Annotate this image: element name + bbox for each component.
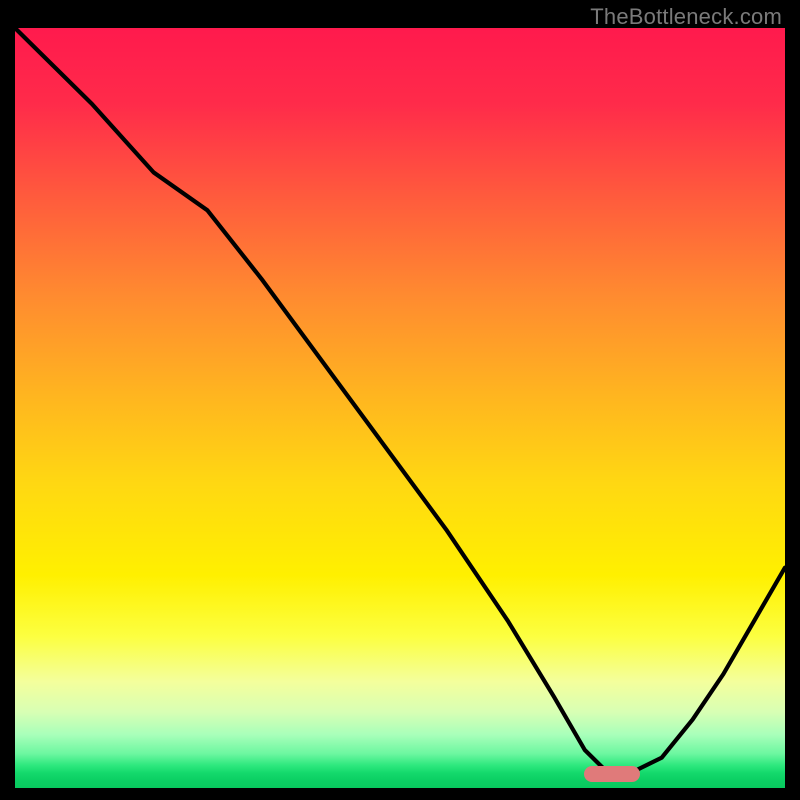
chart-plot-area [15, 28, 785, 788]
bottleneck-curve [15, 28, 785, 788]
watermark-text: TheBottleneck.com [590, 4, 782, 30]
optimal-marker [584, 766, 640, 782]
chart-frame [15, 28, 785, 788]
